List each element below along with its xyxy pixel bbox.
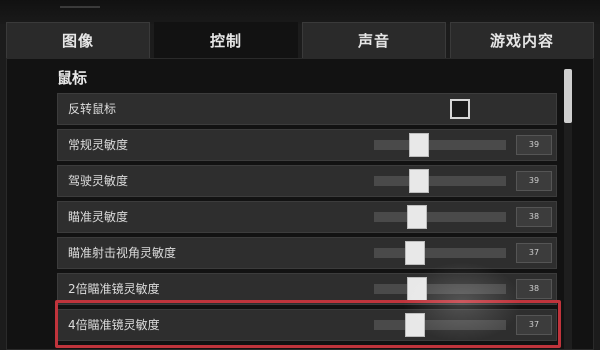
vehicle-sensitivity-slider-thumb[interactable] <box>409 169 429 193</box>
2x-scope-sensitivity-value[interactable]: 38 <box>516 279 552 299</box>
setting-row-invert-mouse: 反转鼠标 <box>57 93 557 125</box>
tab-graphics[interactable]: 图像 <box>6 22 150 58</box>
setting-row-4x-scope-sensitivity: 4倍瞄准镜灵敏度 37 <box>57 309 557 341</box>
invert-mouse-checkbox[interactable] <box>450 99 470 119</box>
setting-label: 瞄准射击视角灵敏度 <box>68 246 177 260</box>
tab-controls[interactable]: 控制 <box>154 22 298 58</box>
setting-row-vehicle-sensitivity: 驾驶灵敏度 39 <box>57 165 557 197</box>
window-top-strip <box>0 0 600 24</box>
setting-label: 2倍瞄准镜灵敏度 <box>68 282 160 296</box>
4x-scope-sensitivity-value[interactable]: 37 <box>516 315 552 335</box>
setting-label: 反转鼠标 <box>68 102 117 116</box>
tab-gameplay[interactable]: 游戏内容 <box>450 22 594 58</box>
4x-scope-sensitivity-slider-track[interactable] <box>374 320 506 330</box>
general-sensitivity-value[interactable]: 39 <box>516 135 552 155</box>
controls-panel: 鼠标 反转鼠标 常规灵敏度 39 驾驶灵敏度 39 瞄准灵敏度 38 瞄准射击视… <box>6 58 594 350</box>
4x-scope-sensitivity-slider-thumb[interactable] <box>405 313 425 337</box>
setting-row-aim-view-sensitivity: 瞄准射击视角灵敏度 37 <box>57 237 557 269</box>
vehicle-sensitivity-value[interactable]: 39 <box>516 171 552 191</box>
settings-tabs: 图像 控制 声音 游戏内容 <box>6 22 594 58</box>
section-title-mouse: 鼠标 <box>57 69 88 87</box>
2x-scope-sensitivity-slider-track[interactable] <box>374 284 506 294</box>
setting-row-2x-scope-sensitivity: 2倍瞄准镜灵敏度 38 <box>57 273 557 305</box>
scrollbar[interactable] <box>564 69 572 349</box>
aim-view-sensitivity-slider-thumb[interactable] <box>405 241 425 265</box>
aim-view-sensitivity-value[interactable]: 37 <box>516 243 552 263</box>
aim-view-sensitivity-slider-track[interactable] <box>374 248 506 258</box>
2x-scope-sensitivity-slider-thumb[interactable] <box>407 277 427 301</box>
tab-audio[interactable]: 声音 <box>302 22 446 58</box>
general-sensitivity-slider-thumb[interactable] <box>409 133 429 157</box>
aim-sensitivity-slider-thumb[interactable] <box>407 205 427 229</box>
window-title-fragment <box>60 0 100 8</box>
setting-row-general-sensitivity: 常规灵敏度 39 <box>57 129 557 161</box>
scrollbar-thumb[interactable] <box>564 69 572 123</box>
aim-sensitivity-value[interactable]: 38 <box>516 207 552 227</box>
setting-row-aim-sensitivity: 瞄准灵敏度 38 <box>57 201 557 233</box>
general-sensitivity-slider-track[interactable] <box>374 140 506 150</box>
vehicle-sensitivity-slider-track[interactable] <box>374 176 506 186</box>
setting-label: 瞄准灵敏度 <box>68 210 129 224</box>
setting-label: 4倍瞄准镜灵敏度 <box>68 318 160 332</box>
aim-sensitivity-slider-track[interactable] <box>374 212 506 222</box>
setting-label: 驾驶灵敏度 <box>68 174 129 188</box>
setting-label: 常规灵敏度 <box>68 138 129 152</box>
